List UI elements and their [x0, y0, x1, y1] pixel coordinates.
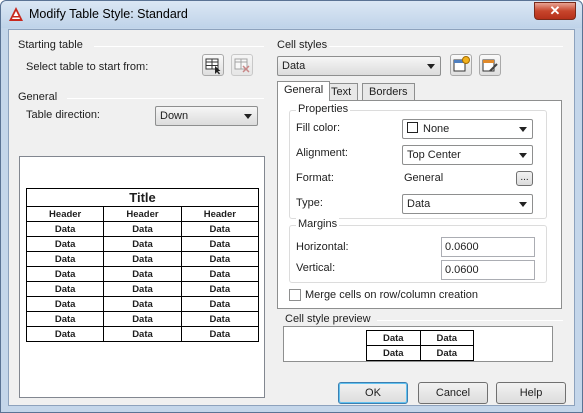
fill-color-label: Fill color:: [296, 122, 341, 134]
preview-data-cell: Data: [25, 296, 105, 312]
table-preview-grid: Title Header Header Header Data Data Data …: [25, 188, 260, 342]
tab-general[interactable]: General: [277, 81, 331, 101]
merge-cells-checkbox[interactable]: [289, 289, 301, 301]
chevron-down-icon: [427, 64, 435, 69]
create-cell-style-button[interactable]: [450, 54, 472, 76]
tab-borders[interactable]: Borders: [362, 83, 415, 101]
preview-data-cell: Data: [103, 296, 182, 312]
preview-data-cell: Data: [25, 266, 105, 282]
starting-table-divider: [94, 46, 264, 47]
preview-data-cell: Data: [180, 311, 260, 327]
table-direction-label: Table direction:: [26, 109, 100, 121]
preview-data-cell: Data: [419, 345, 474, 361]
preview-data-cell: Data: [180, 251, 260, 267]
table-preview: Title Header Header Header Data Data Data …: [19, 156, 265, 398]
preview-data-cell: Data: [25, 251, 105, 267]
merge-cells-label: Merge cells on row/column creation: [305, 289, 479, 301]
preview-data-cell: Data: [25, 236, 105, 252]
format-value: General: [404, 172, 444, 184]
close-button[interactable]: ✕: [534, 2, 576, 20]
chevron-down-icon: [519, 153, 527, 158]
general-divider: [67, 98, 264, 99]
vertical-margin-label: Vertical:: [296, 262, 336, 274]
table-direction-value: Down: [160, 110, 189, 122]
vertical-margin-input[interactable]: 0.0600: [441, 260, 535, 280]
preview-data-cell: Data: [180, 236, 260, 252]
preview-data-cell: Data: [103, 326, 182, 342]
cell-style-value: Data: [282, 60, 306, 72]
type-value: Data: [407, 198, 431, 210]
alignment-label: Alignment:: [296, 147, 348, 159]
title-bar[interactable]: Modify Table Style: Standard ✕: [1, 1, 582, 28]
fill-color-value: None: [423, 123, 450, 135]
preview-data-cell: Data: [25, 281, 105, 297]
remove-table-icon: [234, 58, 250, 73]
horizontal-margin-label: Horizontal:: [296, 241, 349, 253]
cell-styles-divider: [329, 46, 563, 47]
preview-data-cell: Data: [103, 311, 182, 327]
cell-style-preview-heading: Cell style preview: [285, 313, 371, 325]
autocad-app-icon: [9, 7, 23, 21]
chevron-down-icon: [244, 114, 252, 119]
select-table-icon: [205, 58, 221, 75]
preview-title-cell: Title: [26, 188, 259, 207]
preview-data-cell: Data: [25, 311, 105, 327]
preview-data-cell: Data: [25, 221, 105, 237]
chevron-down-icon: [519, 127, 527, 132]
dialog-client: Starting table Select table to start fro…: [8, 29, 575, 406]
preview-data-cell: Data: [180, 326, 260, 342]
preview-data-cell: Data: [103, 266, 182, 282]
type-label: Type:: [296, 197, 323, 209]
preview-data-cell: Data: [419, 330, 474, 346]
properties-legend: Properties: [296, 103, 351, 115]
dialog-window: Modify Table Style: Standard ✕ Starting …: [0, 0, 583, 413]
help-button[interactable]: Help: [496, 382, 566, 404]
preview-data-cell: Data: [103, 221, 182, 237]
starting-table-heading: Starting table: [18, 39, 83, 51]
cancel-button[interactable]: Cancel: [418, 382, 488, 404]
remove-starting-table-button[interactable]: [231, 54, 253, 76]
preview-data-cell: Data: [180, 266, 260, 282]
margins-legend: Margins: [296, 218, 340, 230]
table-direction-dropdown[interactable]: Down: [155, 106, 258, 126]
color-swatch-icon: [407, 122, 418, 133]
preview-data-cell: Data: [103, 281, 182, 297]
preview-data-cell: Data: [366, 330, 421, 346]
horizontal-margin-input[interactable]: 0.0600: [441, 237, 535, 257]
preview-data-cell: Data: [366, 345, 421, 361]
preview-data-cell: Data: [103, 236, 182, 252]
preview-data-cell: Data: [25, 326, 105, 342]
preview-header-cell: Header: [180, 206, 260, 222]
preview-data-cell: Data: [180, 221, 260, 237]
preview-data-cell: Data: [180, 281, 260, 297]
preview-header-cell: Header: [103, 206, 182, 222]
window-title: Modify Table Style: Standard: [29, 7, 188, 21]
preview-data-cell: Data: [103, 251, 182, 267]
ok-button[interactable]: OK: [338, 382, 408, 404]
cell-style-preview-grid: Data Data Data Data: [366, 330, 474, 361]
select-table-button[interactable]: [202, 54, 224, 76]
cell-style-preview-divider: [377, 320, 563, 321]
type-dropdown[interactable]: Data: [402, 194, 533, 214]
alignment-value: Top Center: [407, 149, 461, 161]
fill-color-dropdown[interactable]: None: [402, 119, 533, 139]
manage-cell-styles-icon: [482, 59, 498, 72]
preview-header-cell: Header: [25, 206, 105, 222]
chevron-down-icon: [519, 202, 527, 207]
general-heading: General: [18, 91, 58, 103]
cell-style-dropdown[interactable]: Data: [277, 56, 441, 76]
cell-styles-heading: Cell styles: [277, 39, 328, 51]
general-tab-panel: Properties Fill color: None Alignment: T…: [277, 100, 562, 309]
manage-cell-styles-button[interactable]: [479, 54, 501, 76]
format-options-button[interactable]: ...: [516, 171, 533, 186]
alignment-dropdown[interactable]: Top Center: [402, 145, 533, 165]
select-table-label: Select table to start from:: [26, 61, 149, 73]
new-cell-style-icon: [453, 56, 470, 72]
format-label: Format:: [296, 172, 334, 184]
cell-style-preview: Data Data Data Data: [283, 326, 553, 362]
preview-data-cell: Data: [180, 296, 260, 312]
